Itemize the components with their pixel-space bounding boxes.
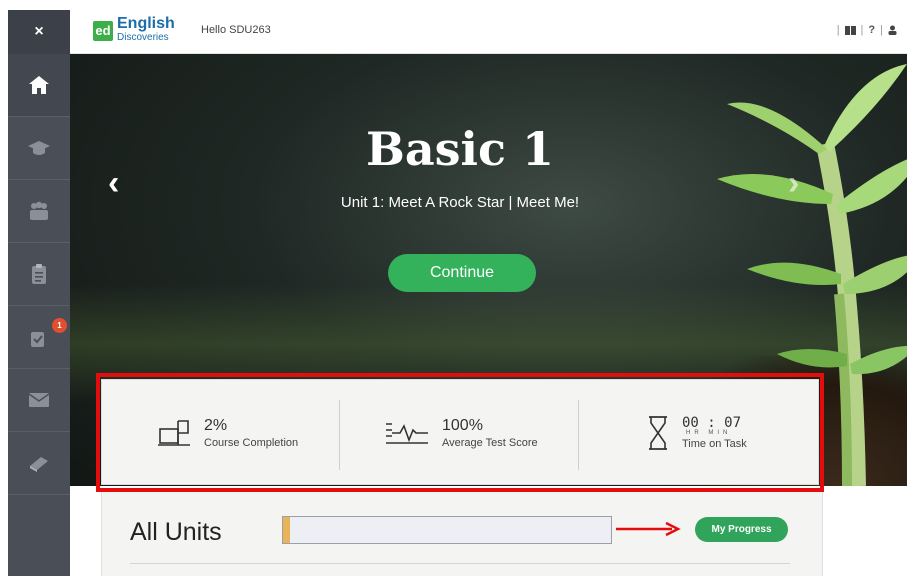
sidebar-item-library[interactable] [8, 432, 70, 495]
stats-highlight-annotation [96, 373, 824, 492]
logo-title: English [117, 15, 175, 32]
sidebar-item-courses[interactable] [8, 117, 70, 180]
sidebar-item-community[interactable] [8, 180, 70, 243]
book-icon[interactable] [844, 25, 856, 35]
close-icon: × [34, 23, 44, 40]
sidebar-item-home[interactable] [8, 54, 70, 117]
community-icon [30, 201, 48, 220]
units-progress-fill [283, 517, 290, 543]
book-icon [30, 457, 48, 472]
notification-badge: 1 [52, 318, 67, 333]
header-icons: | | ? | [837, 24, 897, 36]
sidebar: × 1 [8, 10, 70, 576]
close-menu-button[interactable]: × [8, 10, 70, 54]
graduation-cap-icon [28, 141, 50, 155]
top-header: ed English Discoveries Hello SDU263 | | … [70, 10, 907, 54]
logo-badge: ed [93, 20, 113, 41]
clipboard-icon [32, 264, 46, 284]
all-units-title: All Units [130, 518, 222, 546]
sidebar-item-assignments[interactable]: 1 [8, 306, 70, 369]
user-greeting: Hello SDU263 [201, 24, 271, 36]
sidebar-item-messages[interactable] [8, 369, 70, 432]
my-progress-button[interactable]: My Progress [695, 517, 788, 542]
sidebar-item-tasks[interactable] [8, 243, 70, 306]
units-progress-bar [282, 516, 612, 544]
course-title: Basic 1 [365, 122, 555, 176]
current-unit-lesson: Unit 1: Meet A Rock Star | Meet Me! [340, 194, 580, 211]
app-root: × 1 ed English Discoveries Hello SDU263 … [0, 0, 907, 576]
help-icon[interactable]: ? [868, 24, 875, 36]
continue-button[interactable]: Continue [388, 254, 536, 292]
home-icon [29, 76, 49, 94]
red-arrow-annotation [616, 521, 681, 537]
english-discoveries-logo[interactable]: ed English Discoveries [93, 16, 175, 43]
logo-subtitle: Discoveries [117, 32, 169, 43]
user-icon[interactable] [888, 25, 897, 35]
all-units-panel: All Units My Progress [101, 492, 823, 576]
assignments-icon [31, 332, 44, 347]
mail-icon [28, 393, 50, 407]
